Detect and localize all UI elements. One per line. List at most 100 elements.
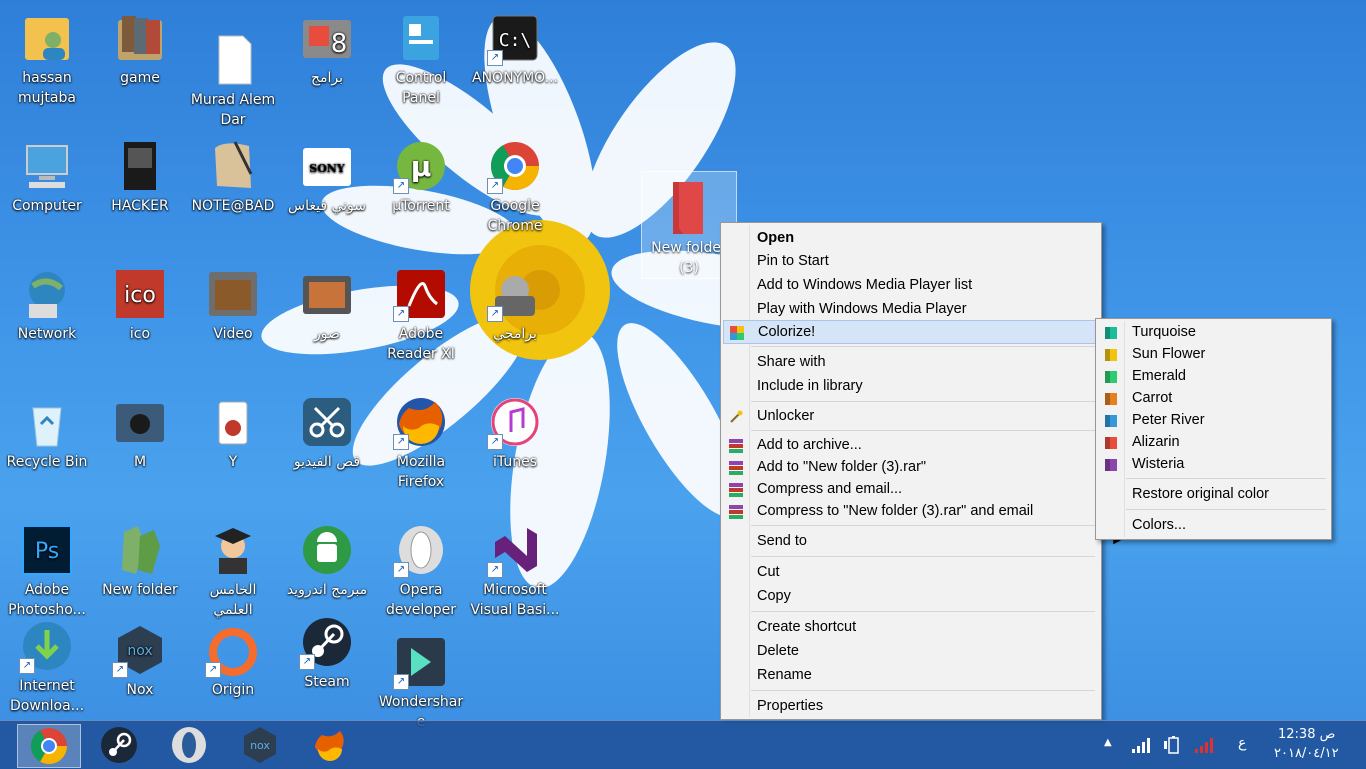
shortcut-arrow-icon: ↗ [112,662,128,678]
taskbar-chrome-button[interactable] [17,724,81,768]
sony-folder-icon: SONY [299,138,355,194]
desktop-icon[interactable]: SONY سوني فيغاس [282,132,372,216]
desktop-icon[interactable]: Network [2,260,92,344]
desktop-icon[interactable]: Y [188,388,278,472]
menu-item-color-carrot[interactable]: Carrot [1098,387,1359,409]
desktop-icon[interactable]: Computer [2,132,92,216]
menu-item-pin-to-start[interactable]: Pin to Start [723,250,1129,272]
menu-item-restore-color[interactable]: Restore original color [1098,483,1359,505]
desktop-icon[interactable]: الخامس العلمي [188,516,278,620]
menu-item-play-wmp[interactable]: Play with Windows Media Player [723,298,1129,320]
desktop-icon-label: قص الفيديو [293,454,361,470]
menu-item-color-peter-river[interactable]: Peter River [1098,409,1359,431]
color-folder-icon [1104,435,1118,449]
show-hidden-icons-button[interactable]: ▲ [1104,737,1112,748]
desktop-icon-label: Nox [126,682,154,698]
send-to-label: Send to [757,533,807,549]
desktop-icon[interactable]: ↗ برامجي [470,260,560,344]
menu-item-color-alizarin[interactable]: Alizarin [1098,431,1359,453]
desktop-icon[interactable]: ↗ iTunes [470,388,560,472]
desktop-icon[interactable]: Ps Adobe Photosho... [2,516,92,620]
desktop-icon-label: Origin [211,682,255,698]
magic-wand-icon [729,409,743,423]
menu-separator [751,430,1095,431]
desktop-icon[interactable]: 8 برامج [282,4,372,88]
desktop-icon[interactable]: ↗ Opera developer [376,516,466,620]
desktop-icon[interactable]: ↗ Origin [188,616,278,700]
menu-item-copy[interactable]: Copy [723,585,1129,607]
menu-item-rename[interactable]: Rename [723,664,1129,686]
desktop-icon[interactable]: HACKER [95,132,185,216]
shortcut-arrow-icon: ↗ [487,306,503,322]
menu-item-add-rar[interactable]: Add to "New folder (3).rar" [723,456,1129,478]
desktop-icon[interactable]: ↗ Microsoft Visual Basi... [470,516,560,620]
desktop-icon[interactable]: game [95,4,185,88]
desktop-icon[interactable]: ↗ Adobe Reader XI [376,260,466,364]
menu-item-compress-email[interactable]: Compress and email... [723,478,1129,500]
menu-item-colors-more[interactable]: Colors... [1098,514,1359,536]
network-signal-icon[interactable] [1132,737,1150,753]
shortcut-arrow-icon: ↗ [299,654,315,670]
desktop-icon[interactable]: Control Panel [376,4,466,108]
menu-item-add-archive[interactable]: Add to archive... [723,434,1129,456]
desktop-icon[interactable]: Recycle Bin [2,388,92,472]
menu-item-color-emerald[interactable]: Emerald [1098,365,1359,387]
taskbar-nox-button[interactable]: nox [229,724,291,766]
folder-icon [673,182,703,234]
color-folder-icon [1104,325,1118,339]
menu-separator [1126,509,1326,510]
desktop-icon-label: Murad Alem Dar [190,92,276,128]
color-folder-icon [1104,391,1118,405]
menu-item-compress-rar-email[interactable]: Compress to "New folder (3).rar" and ema… [723,500,1129,522]
svg-text:SONY: SONY [309,162,345,175]
desktop-icon[interactable]: ↗ Steam [282,608,372,692]
menu-item-colorize[interactable]: Colorize! ▶ [723,320,1129,344]
desktop-icon[interactable]: Murad Alem Dar [188,26,278,130]
menu-item-send-to[interactable]: Send to ▶ [723,530,1129,552]
menu-item-unlocker[interactable]: Unlocker [723,405,1129,427]
taskbar-firefox-button[interactable] [299,724,361,766]
desktop-icon[interactable]: قص الفيديو [282,388,372,472]
desktop-icon[interactable]: ↗ Google Chrome [470,132,560,236]
menu-item-include-library[interactable]: Include in library ▶ [723,375,1129,397]
clock-date[interactable]: ٢٠١٨/٠٤/١٢ [1274,746,1339,761]
desktop-icon[interactable]: M [95,388,185,472]
desktop-icon[interactable]: µ ↗ µTorrent [376,132,466,216]
battery-icon[interactable] [1163,736,1183,754]
menu-item-delete[interactable]: Delete [723,640,1129,662]
desktop-icon[interactable]: NOTE@BAD [188,132,278,216]
desktop-icon-label: مبرمج اندرويد [286,582,368,598]
menu-item-create-shortcut[interactable]: Create shortcut [723,616,1129,638]
menu-item-add-wmp-list[interactable]: Add to Windows Media Player list [723,274,1129,296]
desktop-icon[interactable]: Video [188,260,278,344]
desktop-icon[interactable]: nox ↗ Nox [95,616,185,700]
clock-time[interactable]: 12:38 ص [1278,727,1335,742]
desktop-icon[interactable]: مبرمج اندرويد [282,516,372,600]
menu-item-properties[interactable]: Properties [723,695,1129,717]
menu-separator [751,346,1095,347]
menu-item-cut[interactable]: Cut [723,561,1129,583]
menu-item-color-sun-flower[interactable]: Sun Flower [1098,343,1359,365]
desktop-icon[interactable]: ↗Wondershare [376,628,466,732]
shortcut-arrow-icon: ↗ [393,434,409,450]
control-panel-icon [393,10,449,66]
menu-separator [751,401,1095,402]
desktop-icon[interactable]: hassan mujtaba [2,4,92,108]
menu-separator [751,611,1095,612]
music-folder-icon [112,394,168,450]
mobile-signal-icon[interactable] [1195,737,1213,753]
desktop-icon[interactable]: ↗ Internet Downloa... [2,612,92,716]
menu-item-share-with[interactable]: Share with ▶ [723,351,1129,373]
input-language-indicator[interactable]: ع [1238,735,1246,751]
desktop-icon[interactable]: New folder [95,516,185,600]
desktop-icon[interactable]: صور [282,260,372,344]
desktop-icon[interactable]: ↗ Mozilla Firefox [376,388,466,492]
desktop-icon[interactable]: ico ico [95,260,185,344]
taskbar-opera-button[interactable] [158,724,220,766]
compress-rar-email-label: Compress to "New folder (3).rar" and ema… [757,503,1034,519]
menu-item-open[interactable]: Open [723,227,1129,249]
menu-item-color-wisteria[interactable]: Wisteria [1098,453,1359,475]
menu-item-color-turquoise[interactable]: Turquoise [1098,321,1359,343]
desktop-icon[interactable]: C:\ ↗ ANONYMO... [470,4,560,88]
taskbar-steam-button[interactable] [88,724,150,766]
